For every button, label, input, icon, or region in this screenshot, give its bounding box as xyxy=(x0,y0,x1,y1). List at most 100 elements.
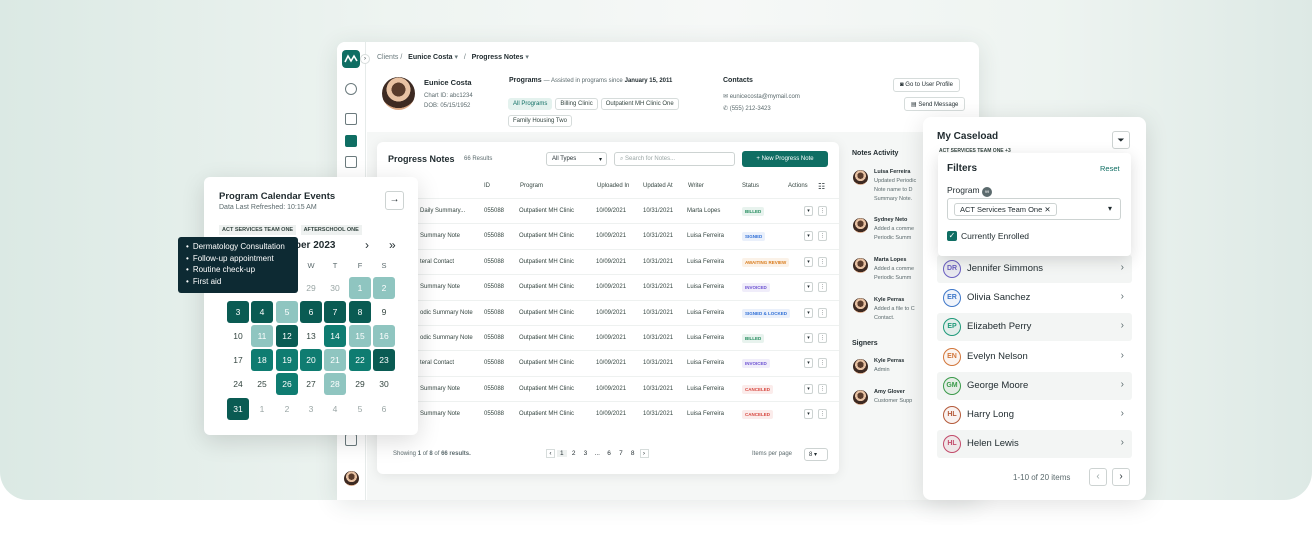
calendar-day[interactable]: 15 xyxy=(349,325,371,347)
next-year-icon[interactable]: » xyxy=(389,238,396,252)
row-dropdown-button[interactable]: ▾ xyxy=(804,282,813,293)
caseload-next-button[interactable]: › xyxy=(1112,468,1130,486)
calendar-day[interactable]: 29 xyxy=(349,373,371,395)
contact-email[interactable]: ✉ eunicecosta@mymail.com xyxy=(723,93,800,100)
next-page-icon[interactable]: › xyxy=(639,449,649,458)
col-status[interactable]: Status xyxy=(742,183,759,189)
calendar-day[interactable]: 12 xyxy=(276,325,298,347)
activity-item[interactable]: Marta Lopes Added a comme Periodic Summ xyxy=(874,256,924,283)
col-updated[interactable]: Updated At xyxy=(643,183,673,189)
table-row[interactable]: Summary Note 055088 Outpatient MH Clinic 10… xyxy=(377,223,839,248)
send-message-button[interactable]: ▤ Send Message xyxy=(904,97,966,111)
calendar-day[interactable]: 19 xyxy=(276,349,298,371)
calendar-day[interactable]: 10 xyxy=(227,325,249,347)
remove-chip-icon[interactable]: ✕ xyxy=(1044,205,1050,214)
table-row[interactable]: teral Contact 055088 Outpatient MH Clinic 1… xyxy=(377,248,839,274)
calendar-day[interactable]: 3 xyxy=(300,398,322,420)
caseload-row[interactable]: HL Helen Lewis › xyxy=(937,430,1132,459)
calendar-day[interactable]: 26 xyxy=(276,373,298,395)
calendar-day[interactable]: 4 xyxy=(251,301,273,323)
chevron-down-icon[interactable]: ▾ xyxy=(525,54,529,61)
col-actions[interactable]: Actions xyxy=(788,183,808,189)
home-icon[interactable] xyxy=(345,113,357,125)
table-row[interactable]: Daily Summary... 055088 Outpatient MH Clin… xyxy=(377,198,839,223)
page-7[interactable]: 7 xyxy=(616,450,626,457)
row-dropdown-button[interactable]: ▾ xyxy=(804,256,813,267)
caseload-row[interactable]: HL Harry Long › xyxy=(937,401,1132,429)
calendar-day[interactable]: 16 xyxy=(373,325,395,347)
caseload-row[interactable]: ER Olivia Sanchez › xyxy=(937,284,1132,312)
calendar-day[interactable]: 30 xyxy=(373,373,395,395)
chevron-down-icon[interactable]: ▾ xyxy=(454,54,458,61)
row-dropdown-button[interactable]: ▾ xyxy=(804,358,813,369)
search-icon[interactable] xyxy=(345,83,357,95)
calendar-day[interactable]: 8 xyxy=(349,301,371,323)
program-chip[interactable]: ACT Services Team One ✕ xyxy=(954,203,1057,216)
calendar-day[interactable]: 5 xyxy=(276,301,298,323)
notes-icon[interactable] xyxy=(345,135,357,147)
user-avatar[interactable] xyxy=(344,471,359,486)
row-dropdown-button[interactable]: ▾ xyxy=(804,206,813,216)
calendar-day[interactable]: 1 xyxy=(349,277,371,299)
caseload-row[interactable]: EN Evelyn Nelson › xyxy=(937,343,1132,371)
reports-icon[interactable] xyxy=(345,434,357,446)
filters-reset[interactable]: Reset xyxy=(1100,164,1120,173)
row-more-button[interactable]: ⋮ xyxy=(818,307,827,318)
page-3[interactable]: 3 xyxy=(580,450,590,457)
caseload-row[interactable]: GM George Moore › xyxy=(937,371,1132,400)
activity-item[interactable]: Sydney Neto Added a comme Periodic Summ xyxy=(874,216,924,243)
prev-page-icon[interactable]: ‹ xyxy=(546,449,555,458)
calendar-day[interactable]: 25 xyxy=(251,373,273,395)
row-more-button[interactable]: ⋮ xyxy=(818,256,827,267)
calendar-icon[interactable] xyxy=(345,156,357,168)
page-2[interactable]: 2 xyxy=(569,450,579,457)
row-more-button[interactable]: ⋮ xyxy=(818,231,827,242)
next-month-icon[interactable]: › xyxy=(365,238,369,252)
calendar-day[interactable]: 14 xyxy=(324,325,346,347)
caseload-prev-button[interactable]: ‹ xyxy=(1089,468,1107,486)
calendar-day[interactable]: 22 xyxy=(349,349,371,371)
row-more-button[interactable]: ⋮ xyxy=(818,333,827,343)
calendar-day[interactable]: 3 xyxy=(227,301,249,323)
calendar-day[interactable]: 31 xyxy=(227,398,249,420)
calendar-day[interactable]: 27 xyxy=(300,373,322,395)
col-program[interactable]: Program xyxy=(520,183,543,189)
calendar-day[interactable]: 5 xyxy=(349,398,371,420)
filter-button[interactable]: ⏷ xyxy=(1112,131,1130,149)
calendar-day[interactable]: 4 xyxy=(324,398,346,420)
row-dropdown-button[interactable]: ▾ xyxy=(804,307,813,318)
calendar-day[interactable]: 1 xyxy=(251,398,273,420)
calendar-day[interactable]: 29 xyxy=(300,277,322,299)
calendar-day[interactable]: 23 xyxy=(373,349,395,371)
calendar-day[interactable]: 28 xyxy=(324,373,346,395)
table-row[interactable]: Summary Note 055088 Outpatient MH Clinic 10… xyxy=(377,274,839,299)
notes-search-input[interactable]: ⌕ Search for Notes... xyxy=(614,152,735,166)
enrolled-checkbox[interactable]: ✓ xyxy=(947,231,957,241)
calendar-day[interactable]: 6 xyxy=(300,301,322,323)
row-more-button[interactable]: ⋮ xyxy=(818,206,827,216)
calendar-day[interactable]: 17 xyxy=(227,349,249,371)
row-more-button[interactable]: ⋮ xyxy=(818,282,827,293)
calendar-day[interactable]: 18 xyxy=(251,349,273,371)
table-row[interactable]: odic Summary Note 055088 Outpatient MH Cli… xyxy=(377,299,839,325)
table-row[interactable]: teral Contact 055088 Outpatient MH Clinic 1… xyxy=(377,350,839,375)
page-8[interactable]: 8 xyxy=(628,450,638,457)
row-dropdown-button[interactable]: ▾ xyxy=(804,383,813,394)
columns-icon[interactable]: ☷ xyxy=(818,182,825,191)
calendar-day[interactable]: 24 xyxy=(227,373,249,395)
new-progress-note-button[interactable]: + New Progress Note xyxy=(742,151,828,167)
col-writer[interactable]: Writer xyxy=(688,183,704,189)
caseload-row[interactable]: EP Elizabeth Perry › xyxy=(937,313,1132,342)
chip-family-housing[interactable]: Family Housing Two xyxy=(508,115,572,127)
program-select[interactable]: ACT Services Team One ✕ ▾ xyxy=(947,198,1121,220)
row-dropdown-button[interactable]: ▾ xyxy=(804,409,813,420)
table-row[interactable]: Summary Note 055088 Outpatient MH Clinic 10… xyxy=(377,375,839,401)
col-uploaded[interactable]: Uploaded In xyxy=(597,183,629,189)
row-more-button[interactable]: ⋮ xyxy=(818,383,827,394)
calendar-day[interactable]: 2 xyxy=(276,398,298,420)
type-filter[interactable]: All Types ▾ xyxy=(546,152,607,166)
row-dropdown-button[interactable]: ▾ xyxy=(804,231,813,242)
items-per-page-select[interactable]: 8 ▾ xyxy=(804,448,828,461)
col-id[interactable]: ID xyxy=(484,183,490,189)
activity-item[interactable]: Kyle Perras Added a file to C Contact. xyxy=(874,296,924,323)
